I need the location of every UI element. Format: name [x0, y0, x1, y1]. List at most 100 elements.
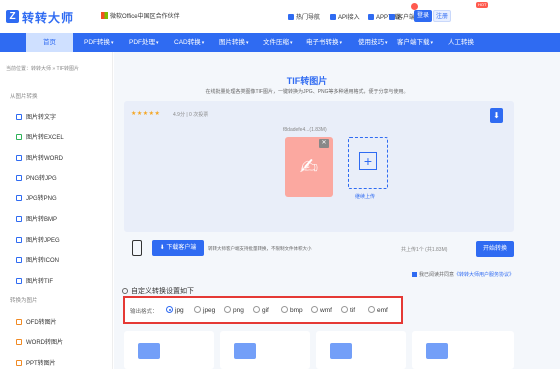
download-client-button[interactable]: ⬇ 下载客户端: [152, 240, 204, 256]
format-option-tif[interactable]: tif: [341, 306, 355, 314]
login-button[interactable]: 登录: [414, 10, 432, 22]
nav-ebook-convert[interactable]: 电子书转换▾: [306, 33, 342, 52]
image-icon: [16, 114, 22, 120]
sidebar-item-img-to-jpeg[interactable]: 图片转JPEG: [16, 235, 60, 244]
ofd-icon: [16, 319, 22, 325]
api-icon: [330, 14, 336, 20]
format-option-bmp[interactable]: bmp: [281, 306, 303, 314]
client-link[interactable]: 客户端: [389, 12, 415, 21]
nav-tips[interactable]: 使用技巧▾: [358, 33, 388, 52]
sidebar-item-img-to-excel[interactable]: 图片转EXCEL: [16, 132, 64, 141]
sidebar-item-img-to-bmp[interactable]: 图片转BMP: [16, 214, 57, 223]
windows-logo-icon: [101, 12, 108, 19]
sidebar-item-img-to-tif[interactable]: 图片转TIF: [16, 276, 53, 285]
upload-summary: 共上传1个 (共1.83M): [401, 247, 448, 253]
sidebar-item-ofd-to-img[interactable]: OFD转图片: [16, 317, 57, 326]
phone-icon: [368, 14, 374, 20]
radio-icon: [368, 306, 375, 313]
hot-nav-link[interactable]: 热门导航: [288, 12, 320, 21]
rating-text: 4.9分 | 0 次投票: [173, 112, 209, 118]
radio-icon: [341, 306, 348, 313]
sidebar-group-to-image: 转换为图片: [10, 298, 38, 304]
partner-label: 微软Office中国区合作伙伴: [101, 11, 180, 20]
image-icon: [16, 175, 22, 181]
excel-icon: [16, 134, 22, 140]
format-option-wmf[interactable]: wmf: [311, 306, 332, 314]
nav-home[interactable]: 首页: [26, 33, 73, 52]
logo-text: 转转大师: [22, 11, 75, 25]
word-icon: [16, 155, 22, 161]
main-nav: 首页 PDF转换▾ PDF处理▾ CAD转换▾ 图片转换▾ 文件压缩▾ 电子书转…: [0, 33, 560, 52]
custom-settings-heading: 自定义转换设置如下: [122, 286, 194, 296]
sidebar-item-jpg-to-png[interactable]: JPG转PNG: [16, 193, 57, 202]
delete-file-icon[interactable]: ✕: [319, 139, 329, 148]
radio-icon: [311, 306, 318, 313]
format-option-png[interactable]: png: [224, 306, 244, 314]
breadcrumb: 当前位置：转转大师 » TIF转图片: [6, 66, 80, 72]
agreement-checkbox[interactable]: 我已阅读并同意《转转大师用户服务协议》: [412, 271, 514, 278]
gear-icon: [122, 288, 128, 294]
sidebar-item-img-to-icon[interactable]: 图片转ICON: [16, 255, 59, 264]
image-icon: [16, 237, 22, 243]
feature-card[interactable]: [412, 331, 514, 369]
plus-icon: +: [359, 152, 377, 170]
download-tip: 转转大师客户端支持批量转换，不限制文件体积大小: [208, 246, 312, 251]
register-button[interactable]: 注册: [433, 10, 451, 22]
feature-image-icon: [234, 343, 256, 359]
sidebar-item-word-to-img[interactable]: WORD转图片: [16, 337, 63, 346]
sidebar-item-ppt-to-img[interactable]: PPT转图片: [16, 358, 56, 367]
image-icon: [16, 257, 22, 263]
feature-image-icon: [330, 343, 352, 359]
output-format-label: 输出格式：: [130, 309, 158, 315]
radio-icon: [253, 306, 260, 313]
feature-image-icon: [138, 343, 160, 359]
hot-badge: HOT: [476, 2, 489, 8]
format-option-jpeg[interactable]: jpeg: [194, 306, 215, 314]
word-icon: [16, 339, 22, 345]
site-logo[interactable]: Z 转转大师: [6, 9, 106, 25]
feature-image-icon: [426, 343, 448, 359]
api-link[interactable]: API接入: [330, 12, 360, 21]
format-option-gif[interactable]: gif: [253, 306, 269, 314]
image-icon: [16, 216, 22, 222]
nav-badge-dot-icon: [411, 3, 418, 10]
start-convert-button[interactable]: 开始转换: [476, 241, 514, 257]
ppt-icon: [16, 360, 22, 366]
feature-card[interactable]: [124, 331, 214, 369]
phone-icon: [132, 240, 142, 256]
image-icon: [16, 195, 22, 201]
nav-pdf-convert[interactable]: PDF转换▾: [84, 33, 114, 52]
radio-icon: [194, 306, 201, 313]
client-icon: [389, 14, 395, 20]
sidebar-item-img-to-word[interactable]: 图片转WORD: [16, 153, 63, 162]
nav-file-compress[interactable]: 文件压缩▾: [263, 33, 293, 52]
page-subtitle: 在线批量处理各类图像TIF图片，一键转换为JPG、PNG等多种通用格式，便于分享…: [205, 89, 409, 95]
nav-pdf-process[interactable]: PDF处理▾: [129, 33, 159, 52]
agreement-link[interactable]: 《转转大师用户服务协议》: [454, 272, 514, 278]
checkbox-icon: [412, 272, 417, 277]
nav-client-download[interactable]: 客户端下载▾: [397, 33, 433, 52]
file-name: f8dadefe4...(1.83M): [283, 127, 327, 133]
rating-stars[interactable]: ★★★★★: [131, 110, 160, 117]
sidebar-group-from-image: 从图片转换: [10, 94, 38, 100]
nav-image-convert[interactable]: 图片转换▾: [219, 33, 249, 52]
feature-card[interactable]: [220, 331, 310, 369]
radio-selected-icon: [166, 306, 173, 313]
format-option-jpg[interactable]: jpg: [166, 306, 184, 314]
add-file-label[interactable]: 继续上传: [355, 193, 375, 200]
nav-cad-convert[interactable]: CAD转换▾: [174, 33, 204, 52]
download-icon[interactable]: ⬇: [490, 108, 503, 123]
format-option-emf[interactable]: emf: [368, 306, 388, 314]
radio-icon: [224, 306, 231, 313]
sidebar-item-png-to-jpg[interactable]: PNG转JPG: [16, 173, 57, 182]
sidebar-item-img-to-text[interactable]: 图片转文字: [16, 112, 56, 121]
hot-nav-icon: [288, 14, 294, 20]
page-title: TIF转图片: [286, 76, 328, 86]
add-file-button[interactable]: +: [348, 137, 388, 189]
feature-card[interactable]: [316, 331, 406, 369]
pdf-icon: ✍: [299, 154, 319, 179]
radio-icon: [281, 306, 288, 313]
nav-manual-convert[interactable]: 人工转换: [448, 33, 474, 52]
logo-mark-icon: Z: [6, 10, 19, 23]
image-icon: [16, 278, 22, 284]
